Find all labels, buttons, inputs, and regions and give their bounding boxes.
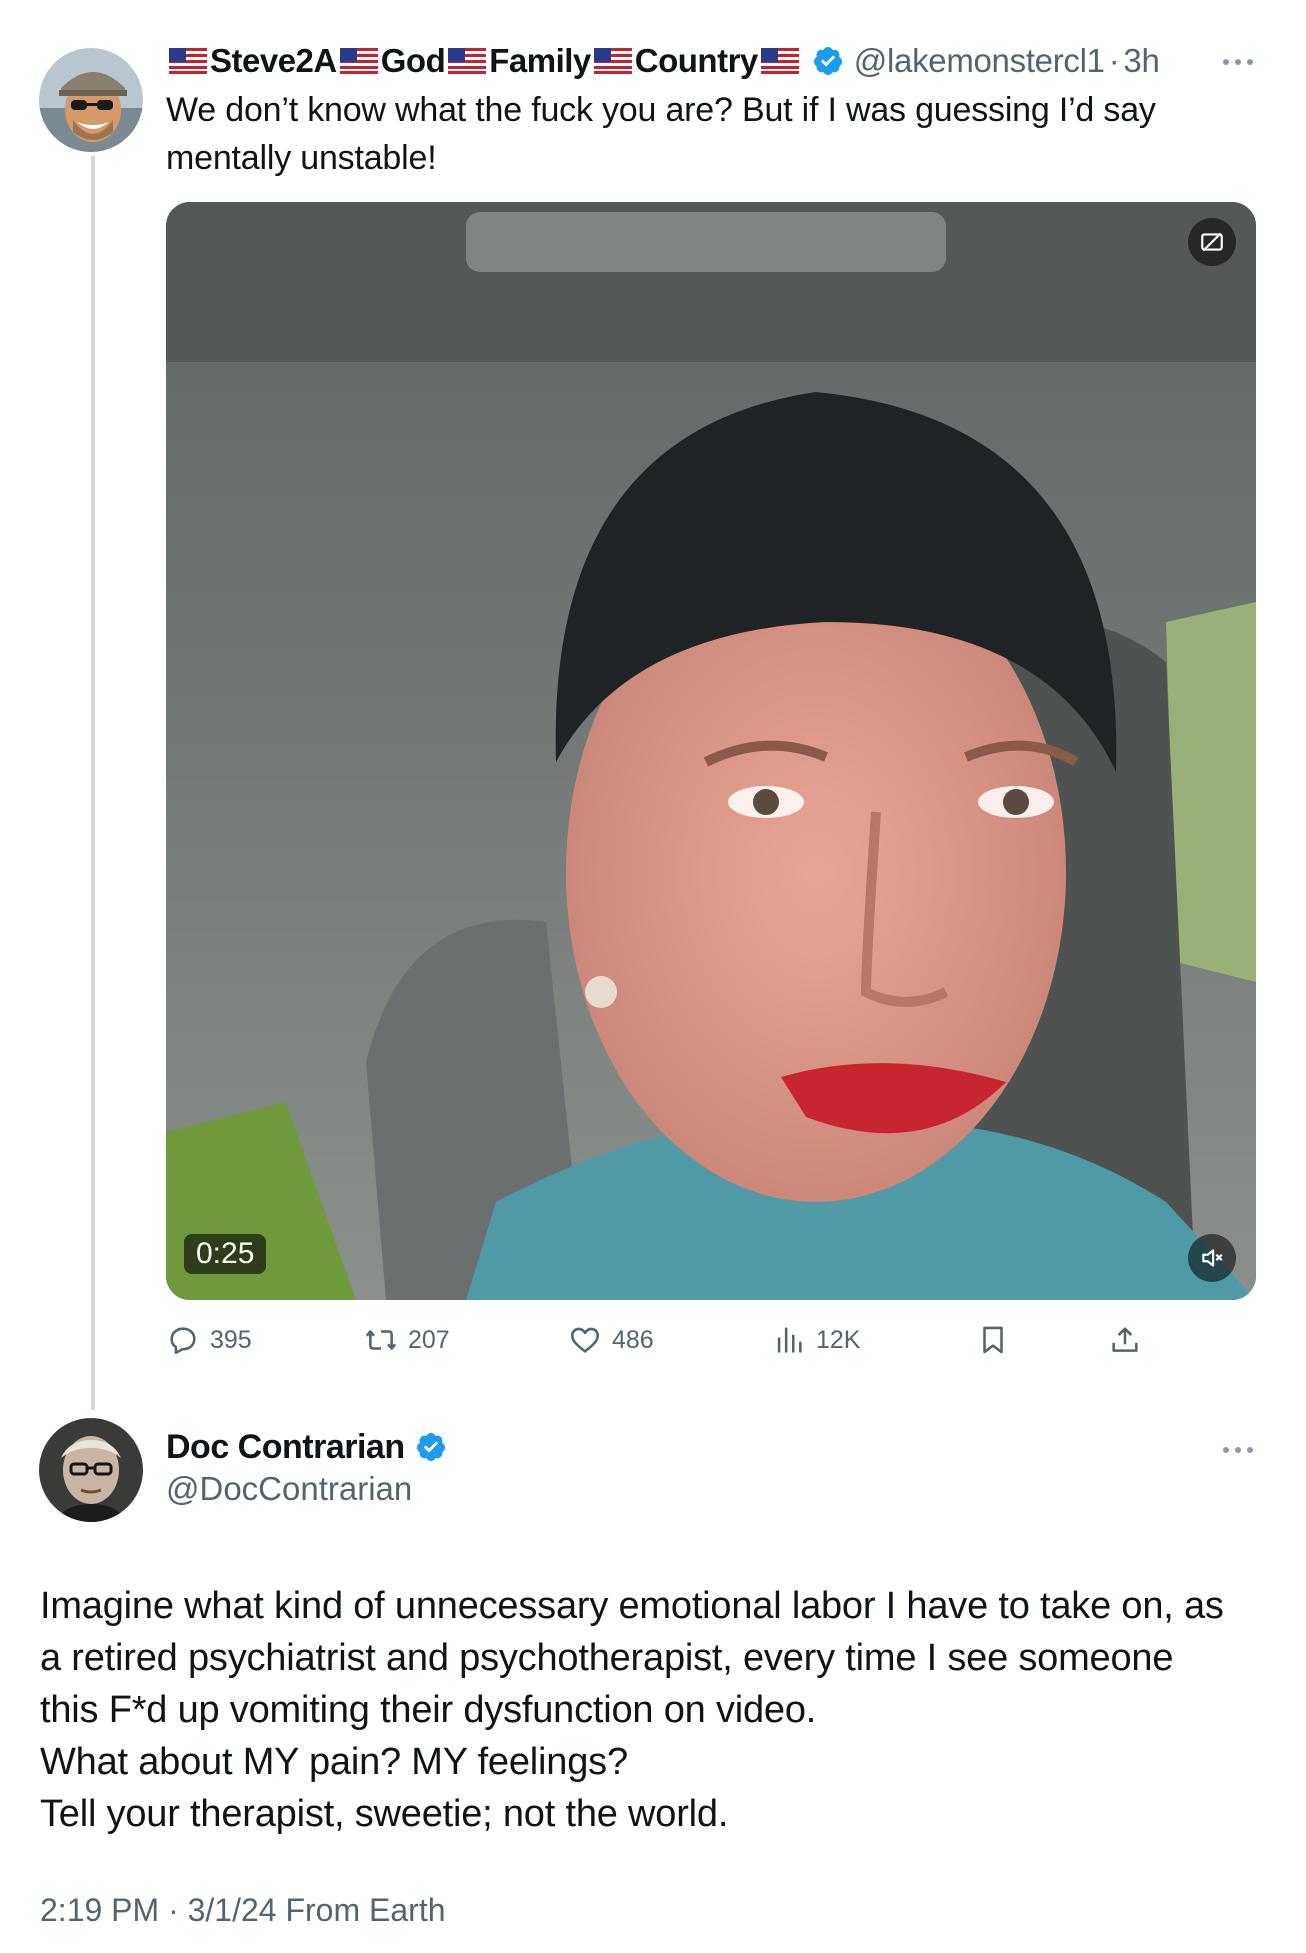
video-frame — [166, 202, 1256, 1300]
tweet2-text-line: this F*d up vomiting their dysfunction o… — [40, 1689, 817, 1731]
verified-badge-icon[interactable] — [415, 1431, 447, 1463]
tweet1-text: We don’t know what the fuck you are? But… — [166, 91, 1156, 177]
flag-us-icon — [339, 48, 378, 74]
flag-us-icon — [169, 48, 207, 74]
flag-us-icon — [448, 48, 487, 74]
like-count: 486 — [612, 1325, 654, 1354]
bookmark-icon — [983, 1326, 1003, 1354]
muted-icon[interactable] — [1188, 1234, 1236, 1282]
views-icon — [777, 1327, 802, 1353]
display-name-part[interactable]: Steve2A — [210, 42, 337, 80]
tweet2-text-line: Tell your therapist, sweetie; not the wo… — [40, 1793, 729, 1835]
tweet2-timestamp[interactable]: 2:19 PM · 3/1/24 From Earth — [40, 1892, 446, 1929]
flag-us-icon — [760, 48, 799, 74]
tweet1-handle[interactable]: @lakemonstercl1 — [854, 42, 1105, 80]
avatar-steve2a[interactable] — [39, 48, 143, 152]
more-icon[interactable] — [1218, 1440, 1258, 1460]
captions-off-icon[interactable] — [1188, 218, 1236, 266]
avatar-doc-contrarian[interactable] — [39, 1418, 143, 1522]
display-name-part[interactable]: God — [381, 42, 446, 80]
more-icon[interactable] — [1218, 52, 1258, 72]
display-name[interactable]: Doc Contrarian — [166, 1428, 405, 1467]
display-name-part[interactable]: Family — [489, 42, 591, 80]
separator-dot: · — [1108, 42, 1120, 79]
reply-count: 395 — [210, 1325, 252, 1354]
tweet1-header: Steve2A God Family Country @lakemonsterc… — [166, 36, 1160, 86]
views-count: 12K — [816, 1325, 861, 1354]
tweet2-text-line: Imagine what kind of unnecessary emotion… — [40, 1585, 1224, 1627]
like-button[interactable]: 486 — [568, 1318, 654, 1362]
bookmark-button[interactable] — [976, 1318, 1020, 1362]
views-button[interactable]: 12K — [772, 1318, 860, 1362]
flag-us-icon — [593, 48, 632, 74]
tweet2-header: Doc Contrarian — [166, 1424, 447, 1470]
thread-connector — [91, 156, 95, 1410]
reply-button[interactable]: 395 — [166, 1318, 252, 1362]
tweet1-time[interactable]: 3h — [1123, 42, 1159, 80]
tweet2-text: Imagine what kind of unnecessary emotion… — [40, 1580, 1270, 1840]
tweet2-text-line: a retired psychiatrist and psychotherapi… — [40, 1637, 1174, 1679]
video-duration: 0:25 — [184, 1234, 267, 1274]
tweet1-video[interactable]: 0:25 — [166, 202, 1256, 1300]
verified-badge-icon[interactable] — [812, 45, 844, 77]
repost-icon — [365, 1330, 397, 1350]
tweet2-text-line: What about MY pain? MY feelings? — [40, 1741, 628, 1783]
share-icon — [1112, 1327, 1138, 1352]
repost-button[interactable]: 207 — [364, 1318, 450, 1362]
tweet2-handle[interactable]: @DocContrarian — [166, 1470, 412, 1508]
reply-icon — [170, 1327, 196, 1355]
share-button[interactable] — [1108, 1318, 1152, 1362]
like-icon — [570, 1327, 600, 1353]
display-name-part[interactable]: Country — [635, 42, 759, 80]
repost-count: 207 — [408, 1325, 450, 1354]
